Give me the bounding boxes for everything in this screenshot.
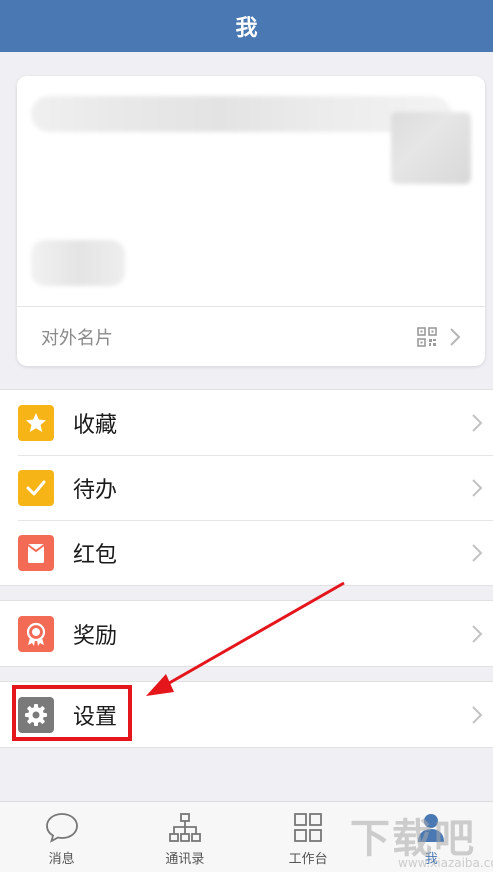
menu-label: 设置 <box>73 704 118 730</box>
star-icon <box>18 404 54 441</box>
watermark: 下载吧 www.xiazaiba.com <box>350 806 493 870</box>
chevron-right-icon <box>472 478 483 497</box>
top-bar: 我 <box>0 0 493 52</box>
org-chart-icon <box>168 813 201 842</box>
profile-card[interactable]: 对外名片 <box>17 76 485 366</box>
business-card-label: 对外名片 <box>41 327 113 349</box>
chevron-right-icon <box>472 705 483 724</box>
chat-bubble-icon <box>45 813 78 843</box>
red-envelope-icon <box>18 534 54 571</box>
highlight-box <box>12 685 132 741</box>
tab-label: 工作台 <box>288 852 328 867</box>
blurred-subtitle <box>31 240 125 286</box>
tab-messages[interactable]: 消息 <box>0 802 123 872</box>
chevron-right-icon <box>472 624 483 643</box>
tab-contacts[interactable]: 通讯录 <box>123 802 246 872</box>
tab-label: 消息 <box>48 852 75 867</box>
chevron-right-icon <box>472 543 483 562</box>
chevron-right-icon <box>450 327 461 346</box>
menu-label: 待办 <box>73 477 118 503</box>
menu-item-rewards[interactable]: 奖励 <box>0 601 493 666</box>
menu-group-primary: 收藏 待办 红包 <box>0 389 493 586</box>
blurred-avatar <box>391 112 471 184</box>
menu-label: 红包 <box>73 542 118 568</box>
menu-item-favorites[interactable]: 收藏 <box>0 390 493 455</box>
menu-group-rewards: 奖励 <box>0 600 493 667</box>
grid-icon <box>294 813 323 842</box>
blurred-name <box>31 96 451 132</box>
menu-item-red-envelope[interactable]: 红包 <box>0 520 493 585</box>
menu-item-todo[interactable]: 待办 <box>0 455 493 520</box>
qr-code-icon <box>417 326 437 347</box>
menu-label: 奖励 <box>73 623 118 649</box>
watermark-url: www.xiazaiba.com <box>398 856 493 870</box>
award-icon <box>18 615 54 652</box>
chevron-right-icon <box>472 413 483 432</box>
tab-label: 通讯录 <box>165 852 205 867</box>
checkmark-icon <box>18 469 54 506</box>
page-title: 我 <box>235 16 258 41</box>
menu-label: 收藏 <box>73 412 118 438</box>
business-card-row[interactable]: 对外名片 <box>17 306 485 366</box>
